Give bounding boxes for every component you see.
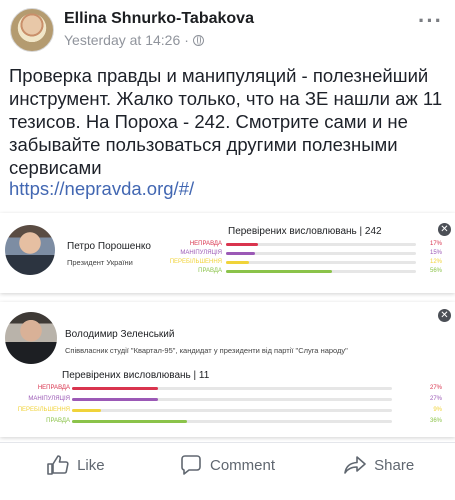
stat-bar-row: ПЕРЕБІЛЬШЕННЯ 9% (0, 406, 455, 415)
stat-bar-row: НЕПРАВДА 27% (0, 384, 455, 393)
stat-bar-row: МАНІПУЛЯЦІЯ 27% (0, 395, 455, 404)
share-button[interactable]: Share (303, 448, 455, 482)
post-actions: Like Comment Share (0, 448, 455, 482)
stat-bar-percent: 36% (429, 418, 442, 424)
stat-bar-label: ПРАВДА (198, 268, 222, 274)
stat-bar-track (72, 398, 392, 401)
stat-bar-label: МАНІПУЛЯЦІЯ (180, 250, 222, 256)
stat-bar-fill (226, 252, 255, 255)
stat-bar-track (226, 261, 416, 264)
post-header: Ellina Shnurko-Tabakova Yesterday at 14:… (10, 8, 445, 52)
post-timestamp[interactable]: Yesterday at 14:26 (64, 32, 180, 48)
more-dots-icon[interactable]: ··· (418, 8, 443, 34)
stat-bar-percent: 27% (429, 385, 442, 391)
comment-icon (181, 455, 201, 475)
stat-bar-row: ПРАВДА 36% (0, 417, 455, 426)
stat-bar-row: МАНІПУЛЯЦІЯ 15% (0, 249, 455, 258)
stat-bar-fill (226, 261, 249, 264)
stat-bar-fill (72, 398, 159, 401)
post-meta: Yesterday at 14:26 · (64, 32, 204, 48)
politician-name: Володимир Зеленський (65, 329, 175, 340)
comment-label: Comment (209, 456, 276, 474)
stat-bar-label: НЕПРАВДА (189, 241, 222, 247)
stat-bar-percent: 56% (429, 268, 442, 274)
stat-bar-label: ПЕРЕБІЛЬШЕННЯ (17, 407, 70, 413)
stat-bar-label: ПРАВДА (46, 418, 70, 424)
stat-bar-percent: 27% (429, 396, 442, 402)
stat-bar-track (226, 252, 416, 255)
post-text: Проверка правды и манипуляций - полезней… (9, 65, 443, 178)
stat-bar-track (72, 409, 392, 412)
comment-button[interactable]: Comment (152, 448, 304, 482)
close-icon[interactable]: ✕ (438, 223, 451, 236)
politician-card-1: ✕ Петро Порошенко Президент України Пере… (0, 213, 455, 293)
stat-bar-row: НЕПРАВДА 17% (0, 240, 455, 249)
post-link[interactable]: https://nepravda.org/#/ (9, 178, 194, 200)
politician-role: Співвласник студії "Квартал-95", кандида… (65, 346, 348, 355)
meta-separator: · (184, 32, 189, 48)
author-avatar[interactable] (10, 8, 54, 52)
stat-bar-row: ПРАВДА 56% (0, 267, 455, 276)
stats-title: Перевірених висловлювань | 11 (62, 370, 210, 381)
stat-bar-percent: 9% (433, 407, 442, 413)
thumbs-up-icon (47, 455, 69, 475)
like-label: Like (77, 456, 105, 474)
stat-bar-fill (226, 270, 333, 273)
politician-portrait (5, 312, 57, 364)
stat-bar-fill (72, 387, 159, 390)
share-icon (344, 456, 366, 474)
author-name[interactable]: Ellina Shnurko-Tabakova (64, 10, 254, 28)
politician-card-2: ✕ Володимир Зеленський Співвласник студі… (0, 302, 455, 437)
actions-divider (0, 442, 455, 443)
stat-bar-fill (72, 409, 101, 412)
globe-icon (192, 34, 204, 46)
stat-bar-track (72, 420, 392, 423)
stat-bar-percent: 15% (429, 250, 442, 256)
stat-bar-track (226, 270, 416, 273)
stat-bar-track (226, 243, 416, 246)
stat-bar-track (72, 387, 392, 390)
stat-bar-fill (72, 420, 188, 423)
stat-bar-label: НЕПРАВДА (37, 385, 70, 391)
close-icon[interactable]: ✕ (438, 309, 451, 322)
stat-bar-row: ПЕРЕБІЛЬШЕННЯ 12% (0, 258, 455, 267)
stat-bar-percent: 17% (429, 241, 442, 247)
stat-bar-label: МАНІПУЛЯЦІЯ (28, 396, 70, 402)
like-button[interactable]: Like (0, 448, 152, 482)
stat-bar-percent: 12% (429, 259, 442, 265)
share-label: Share (374, 456, 415, 474)
stats-title: Перевірених висловлювань | 242 (228, 226, 382, 237)
stat-bar-fill (226, 243, 259, 246)
stat-bar-label: ПЕРЕБІЛЬШЕННЯ (169, 259, 222, 265)
